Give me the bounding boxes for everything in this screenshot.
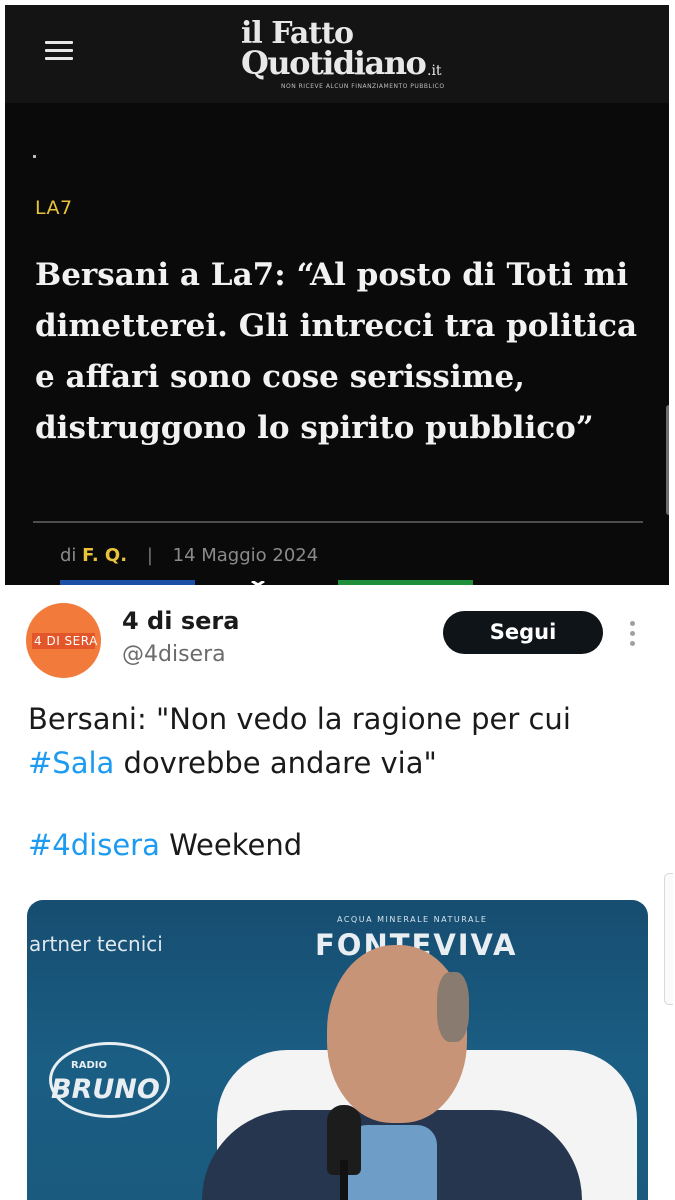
site-header: il Fatto Quotidiano .it NON RICEVE ALCUN… [5,5,669,103]
tweet-text-end: dovrebbe andare via" [114,746,437,780]
tweet-text-weekend: Weekend [159,828,303,862]
more-vertical-icon[interactable] [625,619,639,649]
radio-logo-small: RADIO [71,1060,107,1071]
logo-line2: Quotidiano [241,44,427,82]
logo-tagline: NON RICEVE ALCUN FINANZIAMENTO PUBBLICO [281,83,445,90]
microphone-stand [340,1160,348,1200]
radio-logo: RADIO BRUNO [41,1042,171,1122]
byline-separator: | [146,545,153,566]
tweet-text-start: Bersani: "Non vedo la ragione per cui [28,702,571,736]
tweet-media-image[interactable]: artner tecnici ACQUA MINERALE NATURALE F… [27,900,648,1200]
avatar-text: 4 DI SERA [34,634,98,648]
byline-prefix: di [60,545,77,566]
category-label[interactable]: LA7 [35,197,73,219]
user-handle[interactable]: @4disera [122,642,226,667]
follow-button[interactable]: Segui [443,611,603,654]
display-name[interactable]: 4 di sera [122,607,239,635]
tweet-card: 4 DI SERA 4 di sera @4disera Segui Bersa… [0,585,675,1200]
article-screenshot: il Fatto Quotidiano .it NON RICEVE ALCUN… [0,0,675,585]
article-panel: il Fatto Quotidiano .it NON RICEVE ALCUN… [5,5,669,585]
speaker-hair [437,972,469,1042]
divider [33,521,643,523]
author-link[interactable]: F. Q. [82,545,127,566]
sponsor-subtitle: ACQUA MINERALE NATURALE [337,915,488,924]
logo-tld: .it [427,63,442,79]
tweet-text: Bersani: "Non vedo la ragione per cui #S… [28,697,658,785]
scrollbar[interactable] [666,405,669,515]
scrollbar[interactable] [664,873,673,1005]
decorative-dot [33,155,36,158]
hashtag-sala[interactable]: #Sala [28,746,114,780]
publish-date: 14 Maggio 2024 [172,545,319,566]
hashtag-4disera[interactable]: #4disera [28,828,160,862]
site-logo[interactable]: il Fatto Quotidiano .it NON RICEVE ALCUN… [241,19,461,97]
byline: di F. Q. | 14 Maggio 2024 [60,545,318,566]
article-headline: Bersani a La7: “Al posto di Toti mi dime… [35,257,638,446]
partner-text: artner tecnici [29,932,163,956]
hamburger-menu-icon[interactable] [45,41,73,61]
avatar[interactable]: 4 DI SERA [26,603,101,678]
radio-logo-big: BRUNO [51,1074,160,1105]
tweet-text-line2: #4disera Weekend [28,823,302,867]
